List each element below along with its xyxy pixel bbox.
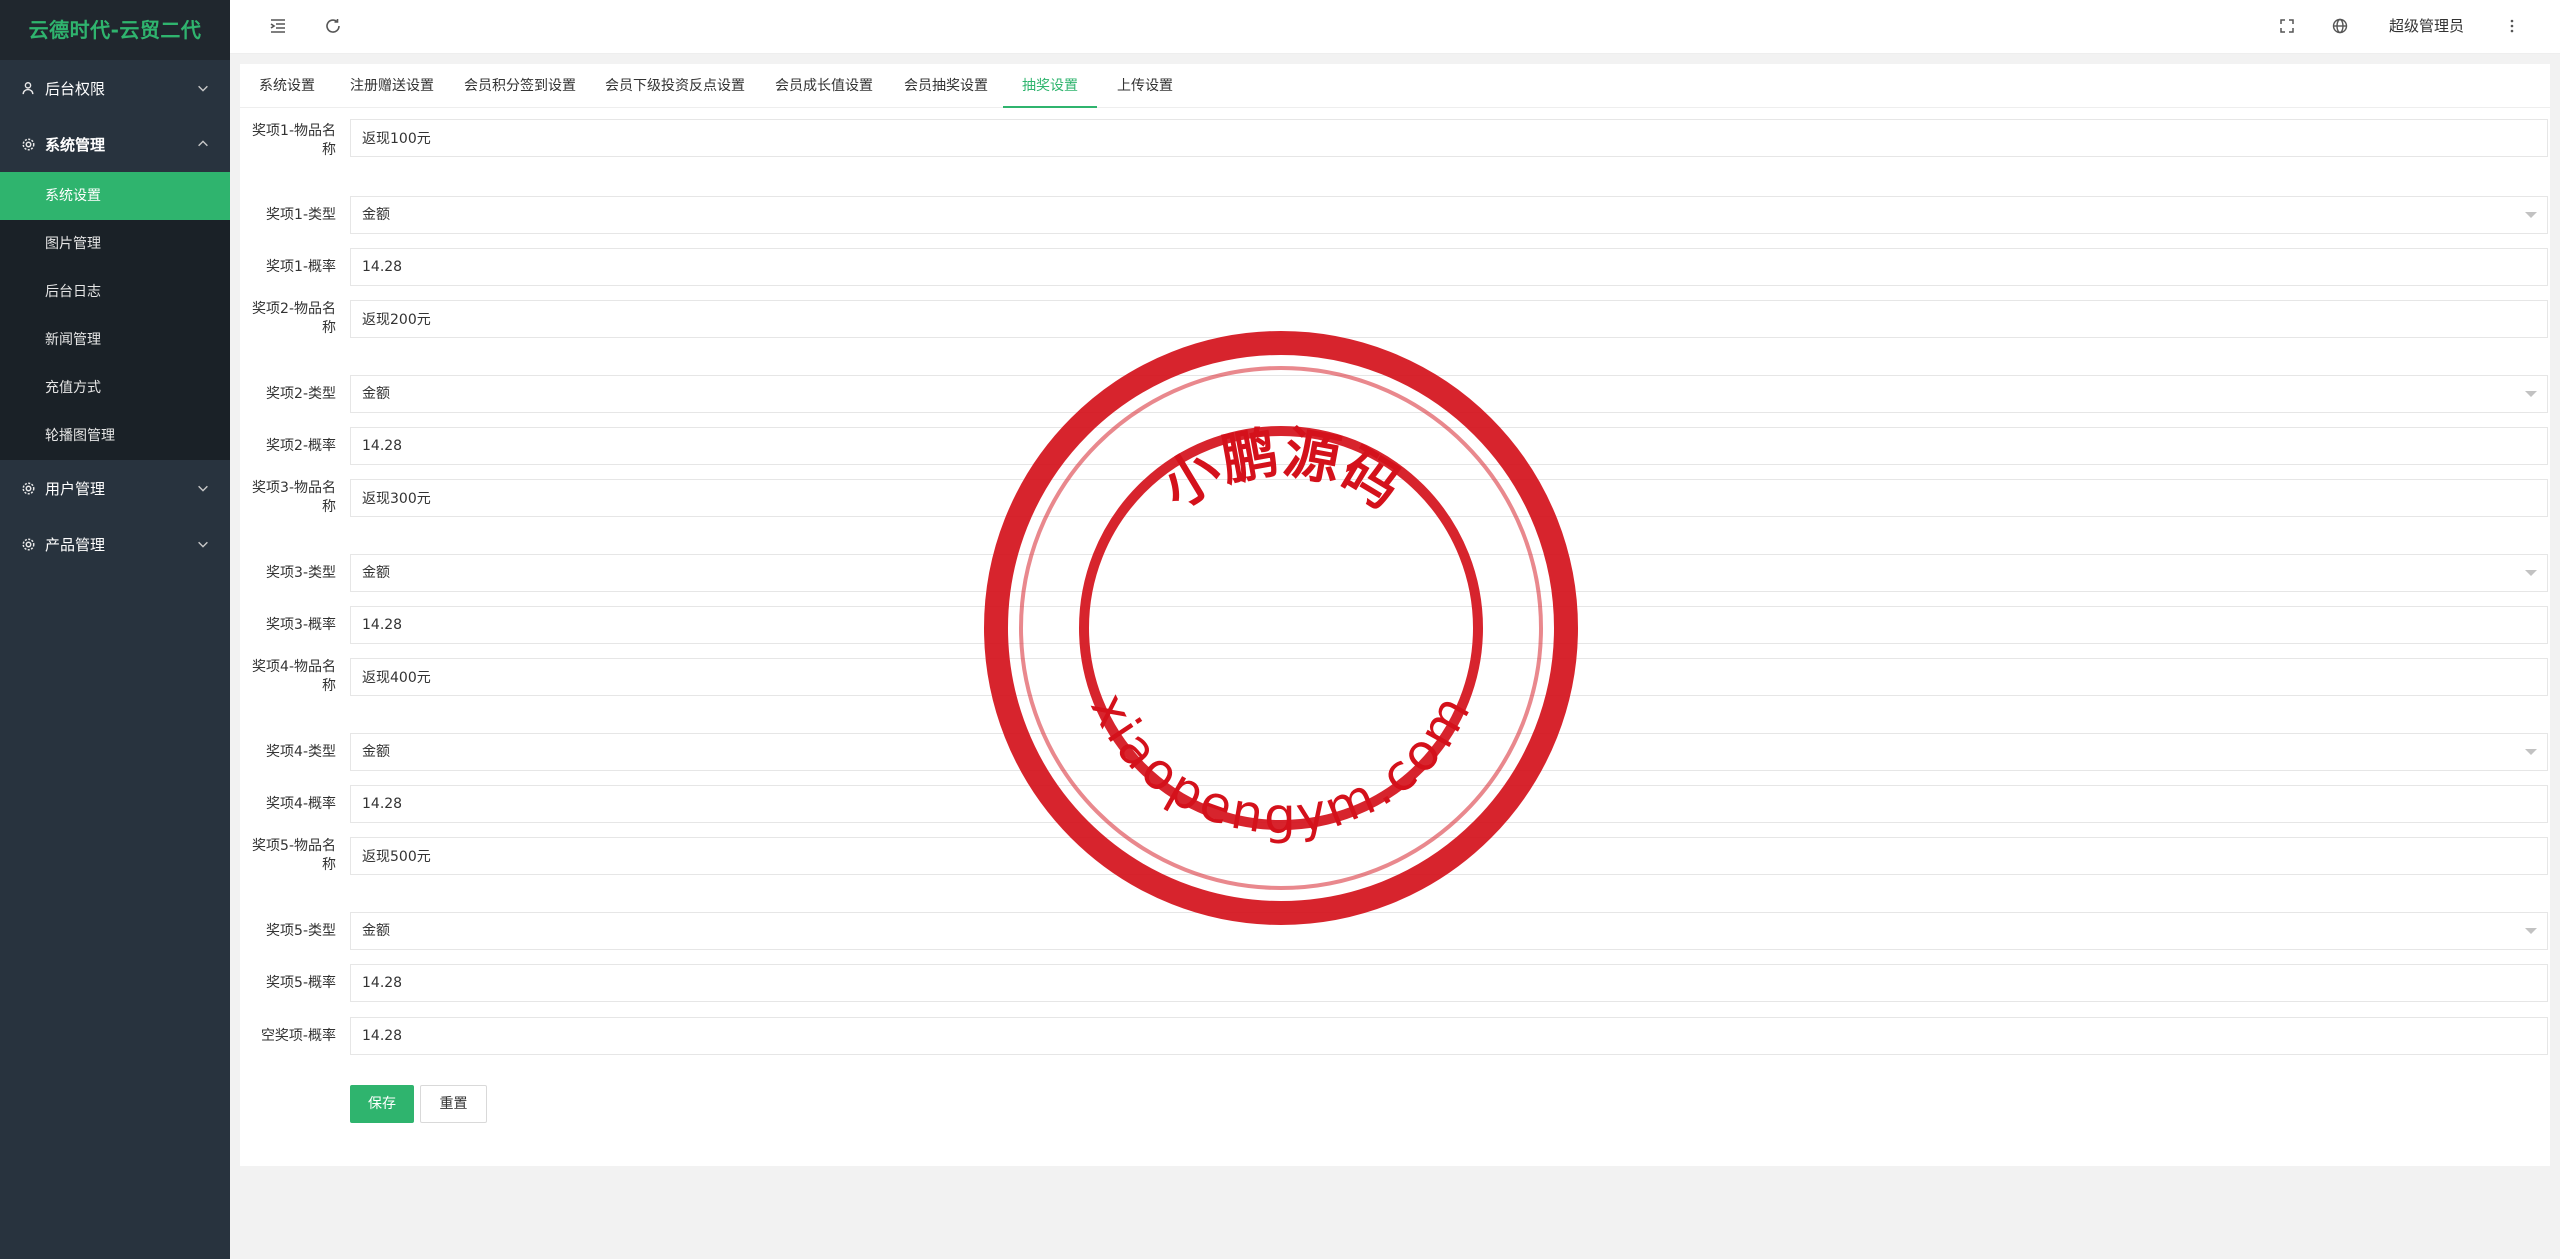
admin-user-menu[interactable]: 超级管理员 bbox=[2389, 15, 2464, 36]
field-label: 奖项4-物品名称 bbox=[252, 659, 336, 694]
prize2-probability-input[interactable] bbox=[350, 427, 2548, 465]
nav-group-label: 后台权限 bbox=[45, 79, 106, 98]
select-value: 金额 bbox=[362, 565, 390, 581]
prize5-name-input[interactable] bbox=[350, 837, 2548, 875]
chevron-down-icon bbox=[196, 537, 210, 551]
select-value: 金额 bbox=[362, 923, 390, 939]
tab-growth-value[interactable]: 会员成长值设置 bbox=[775, 64, 873, 108]
gear-icon bbox=[20, 136, 36, 152]
prize1-name-input[interactable] bbox=[350, 119, 2548, 157]
empty-prize-probability-input[interactable] bbox=[350, 1017, 2548, 1055]
prize1-probability-input[interactable] bbox=[350, 248, 2548, 286]
sidebar-item-recharge-methods[interactable]: 充值方式 bbox=[0, 364, 230, 412]
chevron-down-icon bbox=[196, 81, 210, 95]
nav-group-users[interactable]: 用户管理 bbox=[0, 460, 230, 516]
field-label: 奖项1-类型 bbox=[266, 207, 336, 223]
dropdown-arrow-icon bbox=[2525, 212, 2537, 218]
field-label: 奖项1-物品名称 bbox=[252, 123, 336, 158]
dropdown-arrow-icon bbox=[2525, 570, 2537, 576]
field-label: 奖项4-概率 bbox=[266, 796, 336, 812]
sidebar-item-carousel-management[interactable]: 轮播图管理 bbox=[0, 412, 230, 460]
chevron-up-icon bbox=[196, 137, 210, 151]
field-label: 奖项3-概率 bbox=[266, 617, 336, 633]
field-label: 奖项2-类型 bbox=[266, 386, 336, 402]
sidebar: 云德时代-云贸二代 后台权限 系统管理 系统设置 图片管理 后台日志 新闻管理 … bbox=[0, 0, 230, 1259]
gear-icon bbox=[20, 480, 36, 496]
gear-icon bbox=[20, 536, 36, 552]
nav-group-label: 产品管理 bbox=[45, 535, 106, 554]
nav-group-label: 用户管理 bbox=[45, 479, 106, 498]
reset-button[interactable]: 重置 bbox=[420, 1085, 487, 1123]
nav-group-products[interactable]: 产品管理 bbox=[0, 516, 230, 572]
field-label: 空奖项-概率 bbox=[260, 1028, 336, 1044]
globe-icon[interactable] bbox=[2330, 16, 2350, 36]
sidebar-item-system-settings[interactable]: 系统设置 bbox=[0, 172, 230, 220]
field-label: 奖项5-概率 bbox=[266, 975, 336, 991]
refresh-icon[interactable] bbox=[323, 16, 343, 36]
field-label: 奖项5-物品名称 bbox=[252, 838, 336, 873]
select-value: 金额 bbox=[362, 744, 390, 760]
field-label: 奖项3-类型 bbox=[266, 565, 336, 581]
tab-points-checkin[interactable]: 会员积分签到设置 bbox=[464, 64, 576, 108]
tab-register-bonus[interactable]: 注册赠送设置 bbox=[350, 64, 434, 108]
settings-tabs: 系统设置 注册赠送设置 会员积分签到设置 会员下级投资反点设置 会员成长值设置 … bbox=[240, 64, 2550, 108]
tab-upload-settings[interactable]: 上传设置 bbox=[1117, 64, 1173, 108]
menu-toggle-icon[interactable] bbox=[268, 16, 288, 36]
system-submenu: 系统设置 图片管理 后台日志 新闻管理 充值方式 轮播图管理 bbox=[0, 172, 230, 460]
field-label: 奖项2-物品名称 bbox=[252, 301, 336, 336]
prize4-name-input[interactable] bbox=[350, 658, 2548, 696]
user-icon bbox=[20, 80, 36, 96]
prize3-probability-input[interactable] bbox=[350, 606, 2548, 644]
save-button[interactable]: 保存 bbox=[350, 1085, 414, 1123]
fullscreen-icon[interactable] bbox=[2277, 16, 2297, 36]
prize5-type-select[interactable]: 金额 bbox=[350, 912, 2548, 950]
sidebar-item-admin-log[interactable]: 后台日志 bbox=[0, 268, 230, 316]
more-vertical-icon[interactable] bbox=[2502, 16, 2522, 36]
dropdown-arrow-icon bbox=[2525, 749, 2537, 755]
nav-group-admin-auth[interactable]: 后台权限 bbox=[0, 60, 230, 116]
nav-group-system[interactable]: 系统管理 bbox=[0, 116, 230, 172]
prize1-type-select[interactable]: 金额 bbox=[350, 196, 2548, 234]
brand-logo-text[interactable]: 云德时代-云贸二代 bbox=[0, 0, 230, 60]
dropdown-arrow-icon bbox=[2525, 391, 2537, 397]
prize3-type-select[interactable]: 金额 bbox=[350, 554, 2548, 592]
tab-lottery-settings[interactable]: 抽奖设置 bbox=[1003, 64, 1097, 108]
prize4-type-select[interactable]: 金额 bbox=[350, 733, 2548, 771]
dropdown-arrow-icon bbox=[2525, 928, 2537, 934]
chevron-down-icon bbox=[196, 481, 210, 495]
field-label: 奖项1-概率 bbox=[266, 259, 336, 275]
tab-system-settings[interactable]: 系统设置 bbox=[259, 64, 315, 108]
prize5-probability-input[interactable] bbox=[350, 964, 2548, 1002]
prize3-name-input[interactable] bbox=[350, 479, 2548, 517]
tab-member-lottery[interactable]: 会员抽奖设置 bbox=[904, 64, 988, 108]
field-label: 奖项3-物品名称 bbox=[252, 480, 336, 515]
settings-panel: 系统设置 注册赠送设置 会员积分签到设置 会员下级投资反点设置 会员成长值设置 … bbox=[240, 64, 2550, 1166]
tab-downline-rebate[interactable]: 会员下级投资反点设置 bbox=[605, 64, 745, 108]
prize2-type-select[interactable]: 金额 bbox=[350, 375, 2548, 413]
sidebar-item-image-management[interactable]: 图片管理 bbox=[0, 220, 230, 268]
field-label: 奖项5-类型 bbox=[266, 923, 336, 939]
select-value: 金额 bbox=[362, 207, 390, 223]
top-header: 超级管理员 bbox=[230, 0, 2560, 54]
field-label: 奖项2-概率 bbox=[266, 438, 336, 454]
nav-group-label: 系统管理 bbox=[45, 135, 106, 154]
field-label: 奖项4-类型 bbox=[266, 744, 336, 760]
prize2-name-input[interactable] bbox=[350, 300, 2548, 338]
prize4-probability-input[interactable] bbox=[350, 785, 2548, 823]
sidebar-item-news-management[interactable]: 新闻管理 bbox=[0, 316, 230, 364]
select-value: 金额 bbox=[362, 386, 390, 402]
